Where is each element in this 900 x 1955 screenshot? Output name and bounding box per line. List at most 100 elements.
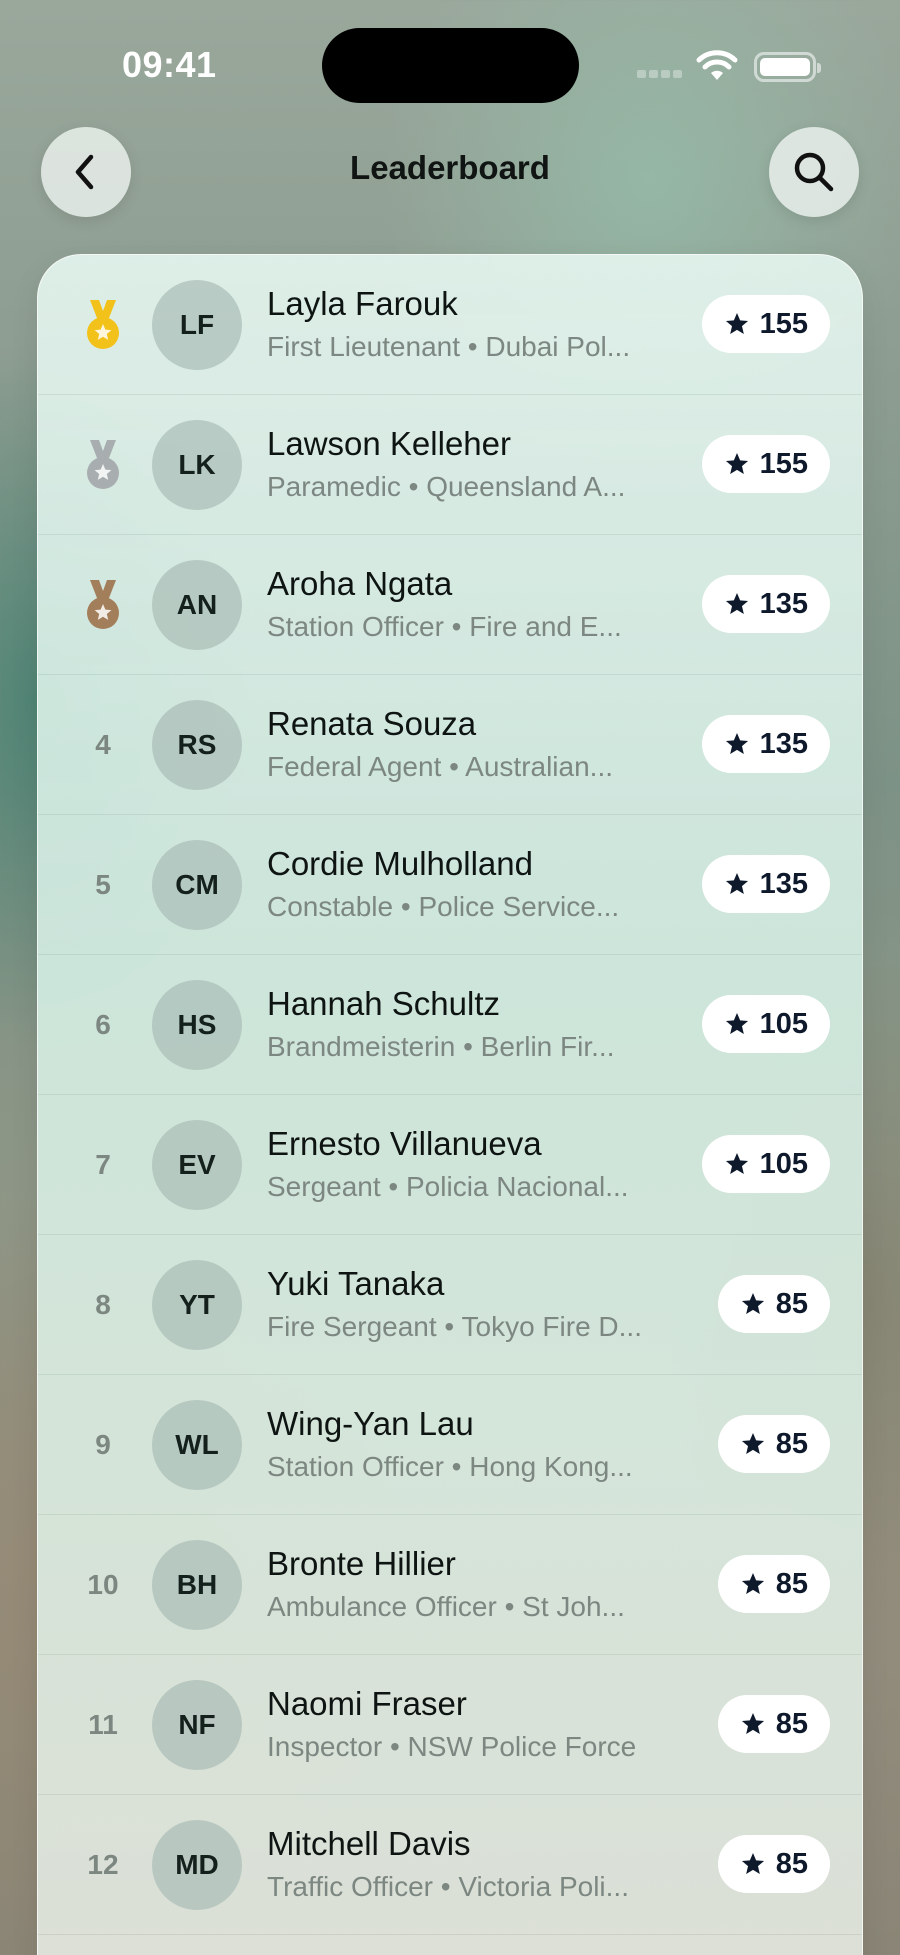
score-badge[interactable]: 155 bbox=[701, 295, 830, 353]
score-value: 105 bbox=[759, 1147, 808, 1180]
score-badge[interactable]: 85 bbox=[717, 1415, 830, 1473]
user-name: Hannah Schultz bbox=[267, 985, 500, 1022]
score-value: 85 bbox=[775, 1567, 808, 1600]
avatar: MD bbox=[152, 1820, 242, 1910]
silver-medal-icon bbox=[68, 395, 138, 535]
score-badge[interactable]: 85 bbox=[717, 1555, 830, 1613]
user-role-organization: Federal Agent • Australian... bbox=[267, 751, 614, 782]
user-role-organization: Ambulance Officer • St Joh... bbox=[267, 1591, 625, 1622]
user-name: Ernesto Villanueva bbox=[267, 1125, 542, 1162]
avatar: AN bbox=[152, 560, 242, 650]
user-name: Aroha Ngata bbox=[267, 565, 453, 602]
score-value: 85 bbox=[775, 1847, 808, 1880]
score-badge[interactable]: 155 bbox=[701, 435, 830, 493]
score-badge[interactable]: 85 bbox=[717, 1695, 830, 1753]
user-role-organization: Station Officer • Fire and E... bbox=[267, 611, 622, 642]
status-bar: 09:41 bbox=[0, 0, 900, 120]
rank-number: 10 bbox=[87, 1569, 119, 1600]
rank-number: 9 bbox=[95, 1429, 111, 1460]
avatar: WL bbox=[152, 1400, 242, 1490]
leaderboard-row[interactable]: 11 NF Naomi Fraser Inspector • NSW Police F… bbox=[38, 1655, 862, 1795]
leaderboard-row[interactable]: LK Lawson Kelleher Paramedic • Queensland … bbox=[38, 395, 862, 535]
status-time: 09:41 bbox=[122, 44, 217, 85]
leaderboard-row[interactable]: 12 MD Mitchell Davis Traffic Officer • Vict… bbox=[38, 1795, 862, 1935]
avatar: NF bbox=[152, 1680, 242, 1770]
star-icon bbox=[741, 1292, 764, 1314]
leaderboard-row[interactable]: AN Aroha Ngata Station Officer • Fire and … bbox=[38, 535, 862, 675]
user-name: Layla Farouk bbox=[267, 285, 458, 322]
score-value: 85 bbox=[775, 1287, 808, 1320]
user-name: Bronte Hillier bbox=[267, 1545, 456, 1582]
user-role-organization: Paramedic • Queensland A... bbox=[267, 471, 626, 502]
page-title: Leaderboard bbox=[350, 149, 550, 186]
user-name: Renata Souza bbox=[267, 705, 477, 742]
score-badge[interactable]: 85 bbox=[717, 1275, 830, 1333]
score-value: 105 bbox=[759, 1007, 808, 1040]
leaderboard-row[interactable]: LF Layla Farouk First Lieutenant • Dubai P… bbox=[38, 255, 862, 395]
user-role-organization: Traffic Officer • Victoria Poli... bbox=[267, 1871, 629, 1902]
cellular-signal-icon bbox=[637, 70, 685, 80]
star-icon bbox=[741, 1432, 764, 1454]
user-role-organization: Station Officer • Hong Kong... bbox=[267, 1451, 633, 1482]
score-badge[interactable]: 105 bbox=[701, 995, 830, 1053]
leaderboard-row[interactable]: 7 EV Ernesto Villanueva Sergeant • Policia … bbox=[38, 1095, 862, 1235]
dynamic-island bbox=[322, 28, 579, 103]
chevron-left-icon bbox=[75, 154, 94, 190]
star-icon bbox=[725, 312, 748, 334]
user-name: Wing-Yan Lau bbox=[267, 1405, 474, 1442]
rank-number: 8 bbox=[95, 1289, 111, 1320]
gold-medal-icon bbox=[68, 255, 138, 395]
star-icon bbox=[725, 1152, 748, 1174]
user-role-organization: Fire Sergeant • Tokyo Fire D... bbox=[267, 1311, 642, 1342]
battery-icon bbox=[754, 52, 821, 82]
star-icon bbox=[725, 872, 748, 894]
leaderboard-row[interactable]: 10 BH Bronte Hillier Ambulance Officer • St… bbox=[38, 1515, 862, 1655]
leaderboard-row[interactable]: 5 CM Cordie Mulholland Constable • Police S… bbox=[38, 815, 862, 955]
leaderboard-row[interactable]: 9 WL Wing-Yan Lau Station Officer • Hong Ko… bbox=[38, 1375, 862, 1515]
user-name: Lawson Kelleher bbox=[267, 425, 511, 462]
score-badge[interactable]: 135 bbox=[701, 715, 830, 773]
user-role-organization: Constable • Police Service... bbox=[267, 891, 620, 922]
score-badge[interactable]: 135 bbox=[701, 575, 830, 633]
search-icon bbox=[794, 152, 834, 192]
user-name: Mitchell Davis bbox=[267, 1825, 471, 1862]
avatar: RS bbox=[152, 700, 242, 790]
star-icon bbox=[725, 592, 748, 614]
score-badge[interactable]: 105 bbox=[701, 1135, 830, 1193]
rank-number: 12 bbox=[87, 1849, 119, 1880]
back-button[interactable] bbox=[41, 127, 131, 217]
avatar: YT bbox=[152, 1260, 242, 1350]
leaderboard-row[interactable]: 6 HS Hannah Schultz Brandmeisterin • Berlin… bbox=[38, 955, 862, 1095]
rank-number: 4 bbox=[95, 729, 111, 760]
avatar: CM bbox=[152, 840, 242, 930]
score-value: 135 bbox=[759, 727, 808, 760]
search-button[interactable] bbox=[769, 127, 859, 217]
user-name: Naomi Fraser bbox=[267, 1685, 467, 1722]
user-role-organization: Inspector • NSW Police Force bbox=[267, 1731, 637, 1762]
rank-number: 6 bbox=[95, 1009, 111, 1040]
star-icon bbox=[741, 1852, 764, 1874]
user-name: Yuki Tanaka bbox=[267, 1265, 445, 1302]
star-icon bbox=[725, 732, 748, 754]
score-value: 135 bbox=[759, 867, 808, 900]
avatar: LF bbox=[152, 280, 242, 370]
wifi-icon bbox=[696, 50, 738, 84]
leaderboard-row[interactable]: 4 RS Renata Souza Federal Agent • Australia… bbox=[38, 675, 862, 815]
user-name: Cordie Mulholland bbox=[267, 845, 533, 882]
score-value: 155 bbox=[759, 447, 808, 480]
user-role-organization: Brandmeisterin • Berlin Fir... bbox=[267, 1031, 615, 1062]
score-value: 85 bbox=[775, 1707, 808, 1740]
user-role-organization: Sergeant • Policia Nacional... bbox=[267, 1171, 629, 1202]
score-badge[interactable]: 85 bbox=[717, 1835, 830, 1893]
star-icon bbox=[741, 1572, 764, 1594]
score-value: 155 bbox=[759, 307, 808, 340]
leaderboard-row[interactable]: 8 YT Yuki Tanaka Fire Sergeant • Tokyo Fire… bbox=[38, 1235, 862, 1375]
score-value: 135 bbox=[759, 587, 808, 620]
rank-number: 11 bbox=[88, 1709, 118, 1740]
score-value: 85 bbox=[775, 1427, 808, 1460]
avatar: BH bbox=[152, 1540, 242, 1630]
score-badge[interactable]: 135 bbox=[701, 855, 830, 913]
rank-number: 5 bbox=[95, 869, 111, 900]
star-icon bbox=[725, 1012, 748, 1034]
avatar: LK bbox=[152, 420, 242, 510]
